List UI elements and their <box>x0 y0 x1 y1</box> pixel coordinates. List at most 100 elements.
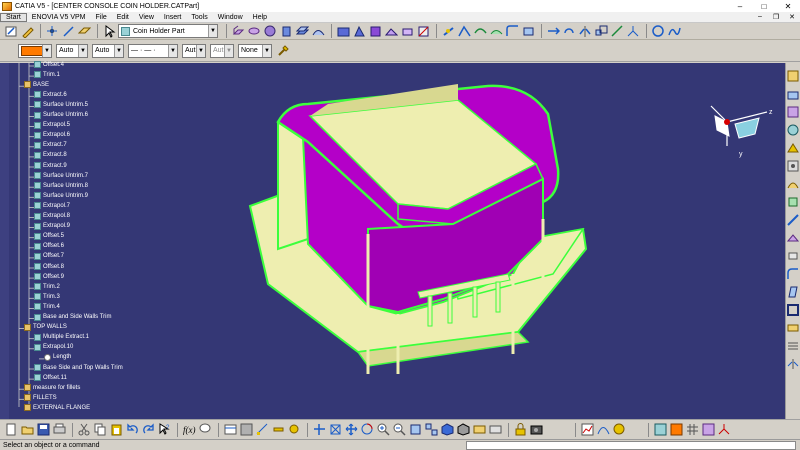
tree-node[interactable]: Extrapol.5 <box>34 121 70 129</box>
slot-icon[interactable] <box>786 195 800 209</box>
spline-icon[interactable] <box>667 24 681 38</box>
blend-surface-icon[interactable] <box>368 24 382 38</box>
translate-icon[interactable] <box>546 24 560 38</box>
sphere-surface-icon[interactable] <box>263 24 277 38</box>
hide-show-icon[interactable] <box>472 423 486 437</box>
maximize-button[interactable]: □ <box>752 0 776 12</box>
point-icon[interactable] <box>45 24 59 38</box>
menu-insert[interactable]: Insert <box>159 14 187 21</box>
tree-node[interactable]: Base and Side Walls Trim <box>34 313 111 321</box>
tree-node[interactable]: Extrapol.8 <box>34 212 70 220</box>
compass-toggle-icon[interactable] <box>717 423 731 437</box>
law-icon[interactable] <box>596 423 610 437</box>
tree-node[interactable]: Surface Untrim.7 <box>34 172 88 180</box>
plane-icon[interactable] <box>77 24 91 38</box>
split-icon[interactable] <box>441 24 455 38</box>
tools-palette-icon[interactable] <box>701 423 715 437</box>
fit-all-in-icon[interactable] <box>328 423 342 437</box>
tree-node[interactable]: Trim.2 <box>34 283 60 291</box>
tree-node[interactable]: Offset.4 <box>34 61 64 68</box>
analysis-icon[interactable] <box>580 423 594 437</box>
fly-mode-icon[interactable] <box>312 423 326 437</box>
line-weight-combo[interactable]: Auto ▼ <box>92 43 124 58</box>
tree-node[interactable]: Surface Untrim.6 <box>34 111 88 119</box>
scaling-icon[interactable] <box>594 24 608 38</box>
tree-node[interactable]: Extrapol.6 <box>34 131 70 139</box>
tree-node[interactable]: Extrapol.10 <box>34 343 73 351</box>
tree-node[interactable]: BASE <box>24 81 49 89</box>
menu-edit[interactable]: Edit <box>112 14 134 21</box>
menu-view[interactable]: View <box>134 14 159 21</box>
doc-minimize-button[interactable]: – <box>752 13 768 21</box>
rendering-style-combo[interactable]: Aut ▼ <box>210 43 234 58</box>
tree-node[interactable]: Multiple Extract.1 <box>34 333 89 341</box>
doc-restore-button[interactable]: ❐ <box>768 13 784 21</box>
compass-widget[interactable]: y z <box>707 100 781 166</box>
command-input-field[interactable] <box>466 440 796 450</box>
shaft-icon[interactable] <box>786 123 800 137</box>
tree-node[interactable]: Trim.4 <box>34 303 60 311</box>
offset-surface-icon[interactable] <box>295 24 309 38</box>
axis-to-axis-icon[interactable] <box>626 24 640 38</box>
comment-icon[interactable] <box>198 423 212 437</box>
tree-node[interactable]: Length <box>44 353 71 361</box>
rotate-icon[interactable] <box>562 24 576 38</box>
knowledge-icon[interactable] <box>612 423 626 437</box>
menu-help[interactable]: Help <box>248 14 272 21</box>
cylinder-surface-icon[interactable] <box>279 24 293 38</box>
rib-icon[interactable] <box>786 177 800 191</box>
shading-with-edges-icon[interactable] <box>456 423 470 437</box>
painter-icon[interactable] <box>276 44 290 58</box>
layer-combo[interactable]: None ▼ <box>238 43 272 58</box>
tree-node[interactable]: Extract.6 <box>34 91 67 99</box>
stiffener-icon[interactable] <box>786 213 800 227</box>
pocket-icon[interactable] <box>786 105 800 119</box>
menu-tools[interactable]: Tools <box>186 14 212 21</box>
color-combo[interactable]: ▼ <box>18 43 52 58</box>
grid-icon[interactable] <box>685 423 699 437</box>
tree-node[interactable]: Extrapol.9 <box>34 222 70 230</box>
measure-inertia-icon[interactable] <box>287 423 301 437</box>
pad-icon[interactable] <box>786 87 800 101</box>
extract-icon[interactable] <box>489 24 503 38</box>
menu-start[interactable]: Start <box>0 12 27 22</box>
cut-icon[interactable] <box>77 423 91 437</box>
apply-material-icon[interactable] <box>239 423 253 437</box>
menu-enovia[interactable]: ENOVIA V5 VPM <box>27 14 91 21</box>
untrim-icon[interactable] <box>416 24 430 38</box>
affinity-icon[interactable] <box>610 24 624 38</box>
swap-visible-space-icon[interactable] <box>488 423 502 437</box>
zoom-in-icon[interactable] <box>376 423 390 437</box>
tree-node[interactable]: Offset.8 <box>34 263 64 270</box>
heal-icon[interactable] <box>400 24 414 38</box>
trim-icon[interactable] <box>457 24 471 38</box>
tree-node[interactable]: Extract.9 <box>34 162 67 169</box>
groove-icon[interactable] <box>786 141 800 155</box>
fillet-icon[interactable] <box>505 24 519 38</box>
draft-icon[interactable] <box>786 285 800 299</box>
paste-icon[interactable] <box>109 423 123 437</box>
join-icon[interactable] <box>384 24 398 38</box>
image-capture-icon[interactable] <box>529 423 543 437</box>
tree-node[interactable]: Offset.11 <box>34 374 67 382</box>
undo-icon[interactable] <box>125 423 139 437</box>
tree-node[interactable]: Surface Untrim.5 <box>34 101 88 109</box>
doc-close-button[interactable]: ✕ <box>784 13 800 21</box>
pan-icon[interactable] <box>344 423 358 437</box>
circle-icon[interactable] <box>651 24 665 38</box>
tree-node[interactable]: Surface Untrim.9 <box>34 192 88 200</box>
revolve-surface-icon[interactable] <box>247 24 261 38</box>
whats-this-icon[interactable]: ? <box>157 423 171 437</box>
tree-node[interactable]: Trim.3 <box>34 293 60 301</box>
tree-node[interactable]: Extract.8 <box>34 151 67 159</box>
thread-icon[interactable] <box>786 339 800 353</box>
sweep-surface-icon[interactable] <box>311 24 325 38</box>
tree-node[interactable]: Offset.5 <box>34 232 64 240</box>
tree-node[interactable]: FILLETS <box>24 394 57 402</box>
tree-node[interactable]: Surface Untrim.8 <box>34 182 88 190</box>
sketch-analysis-icon[interactable] <box>653 423 667 437</box>
zoom-out-icon[interactable] <box>392 423 406 437</box>
rotate-view-icon[interactable] <box>360 423 374 437</box>
tree-node[interactable]: Offset.6 <box>34 242 64 250</box>
tree-node[interactable]: TOP WALLS <box>24 323 67 331</box>
